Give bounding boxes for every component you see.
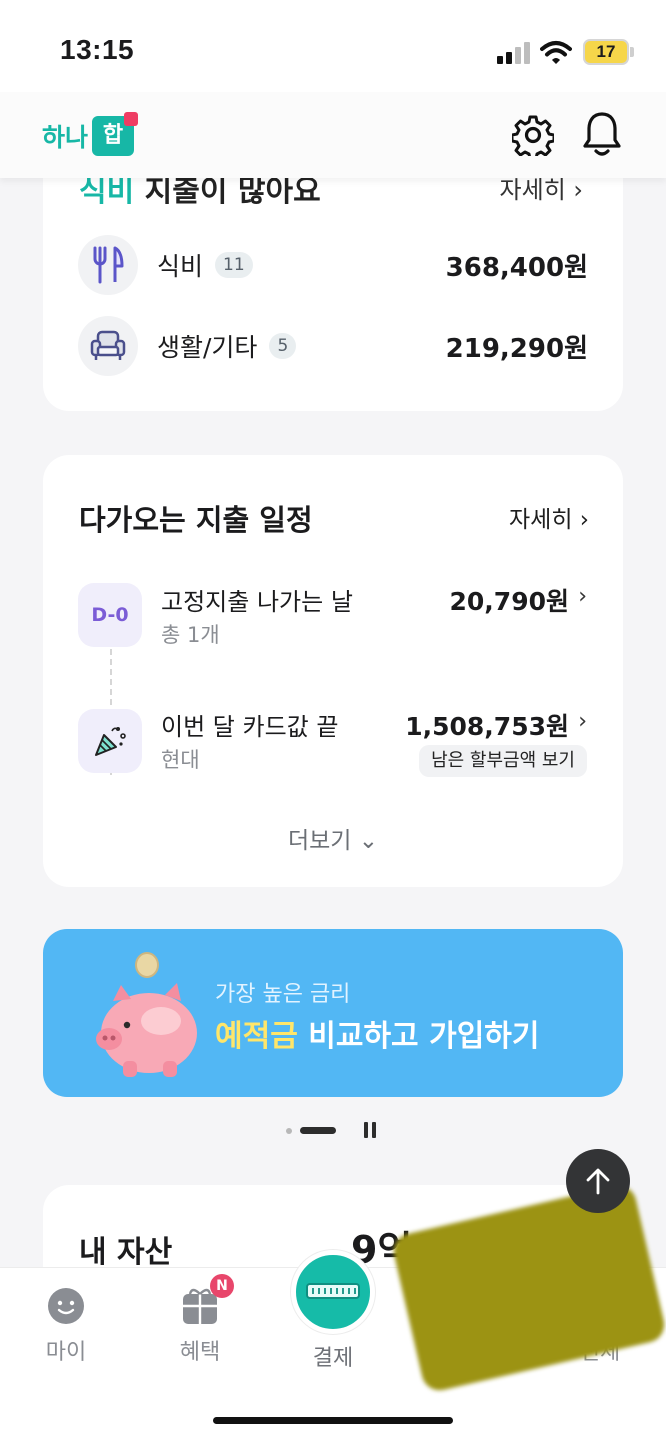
spending-row-food[interactable]: 식비 11 368,400원	[78, 234, 588, 296]
schedule-title[interactable]: 이번 달 카드값 끝	[161, 707, 338, 742]
savings-banner[interactable]: 가장 높은 금리 예적금 비교하고 가입하기	[43, 929, 623, 1097]
scroll-to-top-button[interactable]	[566, 1149, 630, 1213]
armchair-icon	[78, 316, 138, 376]
smiley-icon	[46, 1286, 86, 1326]
title-accent: 식비	[79, 174, 135, 209]
piggy-bank-icon	[96, 952, 197, 1077]
home-indicator[interactable]	[213, 1417, 453, 1424]
upcoming-expenses-card: 다가오는 지출 일정 자세히 › D-0 고정지출 나가는 날 총 1개 20,…	[43, 455, 623, 887]
tab-benefits[interactable]: N 혜택	[150, 1274, 250, 1366]
carousel-dot[interactable]	[286, 1128, 292, 1134]
more-button[interactable]: 더보기 ⌄	[43, 821, 623, 855]
wifi-icon	[540, 41, 572, 64]
spending-row-living[interactable]: 생활/기타 5 219,290원	[78, 315, 588, 377]
bell-icon[interactable]	[580, 110, 624, 158]
banner-title-rest: 비교하고 가입하기	[297, 1019, 540, 1054]
count-badge: 5	[269, 333, 297, 359]
schedule-amount[interactable]: 20,790원	[450, 582, 569, 618]
schedule-amount[interactable]: 1,508,753원	[405, 707, 569, 743]
hana-logo[interactable]: 하나 합	[42, 112, 139, 158]
gift-icon: N	[180, 1274, 234, 1326]
title-rest: 지출이 많아요	[134, 174, 321, 209]
schedule-title[interactable]: 고정지출 나가는 날	[161, 582, 353, 617]
installment-view-button[interactable]: 남은 할부금액 보기	[419, 745, 587, 777]
cellular-signal-icon	[497, 42, 533, 64]
upcoming-detail-link[interactable]: 자세히 ›	[509, 500, 589, 534]
logo-mark: 합	[92, 112, 139, 156]
party-popper-icon	[78, 709, 142, 773]
tab-pay[interactable]	[291, 1250, 375, 1334]
banner-subtitle: 가장 높은 금리	[215, 982, 351, 1007]
upcoming-card-title: 다가오는 지출 일정	[79, 503, 313, 537]
spending-row-amount: 219,290원	[445, 333, 588, 364]
tab-label: 마이	[45, 1340, 87, 1365]
d-day-text: D-0	[91, 604, 129, 626]
tab-label: 혜택	[179, 1340, 221, 1365]
status-time: 13:15	[60, 34, 135, 65]
fork-knife-icon	[78, 235, 138, 295]
tab-pay-label: 결제	[312, 1346, 354, 1371]
app-header: 하나 합	[0, 92, 666, 178]
d-day-badge: D-0	[78, 583, 142, 647]
assets-title: 내 자산	[79, 1235, 173, 1270]
schedule-sub: 총 1개	[161, 623, 220, 647]
new-badge: N	[210, 1274, 234, 1298]
logo-text: 하나	[42, 123, 89, 152]
battery-indicator: 17	[583, 39, 629, 65]
arrow-up-icon	[586, 1168, 610, 1195]
banner-highlight: 예적금	[215, 1019, 298, 1054]
status-bar: 13:15 17	[0, 0, 666, 92]
card-reader-icon	[306, 1283, 360, 1299]
gear-icon[interactable]	[512, 114, 554, 156]
logo-dot	[124, 112, 139, 126]
battery-tip	[630, 47, 634, 57]
spending-row-amount: 368,400원	[445, 252, 588, 283]
banner-title: 예적금 비교하고 가입하기	[215, 1011, 540, 1055]
spending-row-label: 식비	[157, 252, 204, 281]
schedule-sub: 현대	[161, 748, 200, 772]
chevron-right-icon[interactable]: ›	[578, 584, 587, 609]
pause-icon[interactable]	[362, 1122, 378, 1138]
tab-my[interactable]: 마이	[16, 1286, 116, 1366]
carousel-indicator	[0, 1122, 666, 1142]
chevron-right-icon[interactable]: ›	[578, 709, 587, 734]
carousel-dot-active[interactable]	[300, 1127, 336, 1134]
count-badge: 11	[215, 252, 253, 278]
logo-mark-text: 합	[102, 123, 124, 148]
spending-row-label: 생활/기타	[157, 333, 258, 362]
